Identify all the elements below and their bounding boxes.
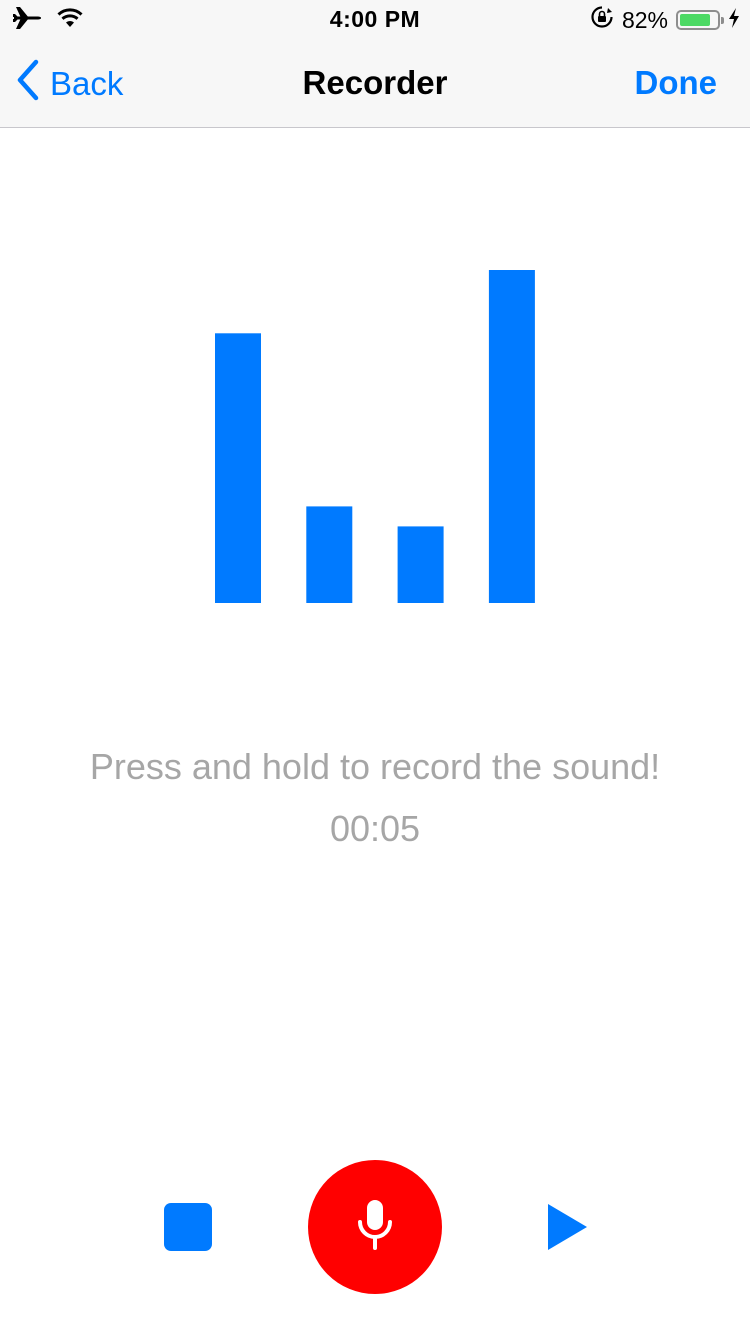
recorder-screen: 4:00 PM 82% Back Recorder Done Press and… — [0, 0, 750, 1334]
recording-timer: 00:05 — [329, 808, 421, 849]
battery-percent: 82% — [621, 6, 668, 33]
level-bar — [488, 270, 535, 603]
play-icon — [546, 1204, 588, 1256]
microphone-icon — [355, 1198, 395, 1257]
record-button[interactable] — [308, 1160, 442, 1294]
status-right: 82% — [590, 6, 740, 34]
stop-button[interactable] — [164, 1203, 212, 1251]
battery-icon — [676, 10, 724, 30]
level-bar — [215, 333, 261, 603]
navigation-bar: Back Recorder Done — [0, 40, 750, 128]
status-bar: 4:00 PM 82% — [0, 0, 750, 40]
battery-fill — [680, 14, 710, 26]
level-bar — [306, 506, 353, 603]
record-instruction: Press and hold to record the sound! — [89, 746, 661, 787]
charging-bolt-icon — [728, 7, 740, 34]
audio-level-meter — [215, 270, 535, 603]
play-button[interactable] — [546, 1202, 588, 1252]
level-bar — [397, 526, 444, 603]
done-button[interactable]: Done — [635, 64, 718, 102]
orientation-lock-icon — [590, 5, 614, 35]
battery-cap — [721, 17, 724, 24]
